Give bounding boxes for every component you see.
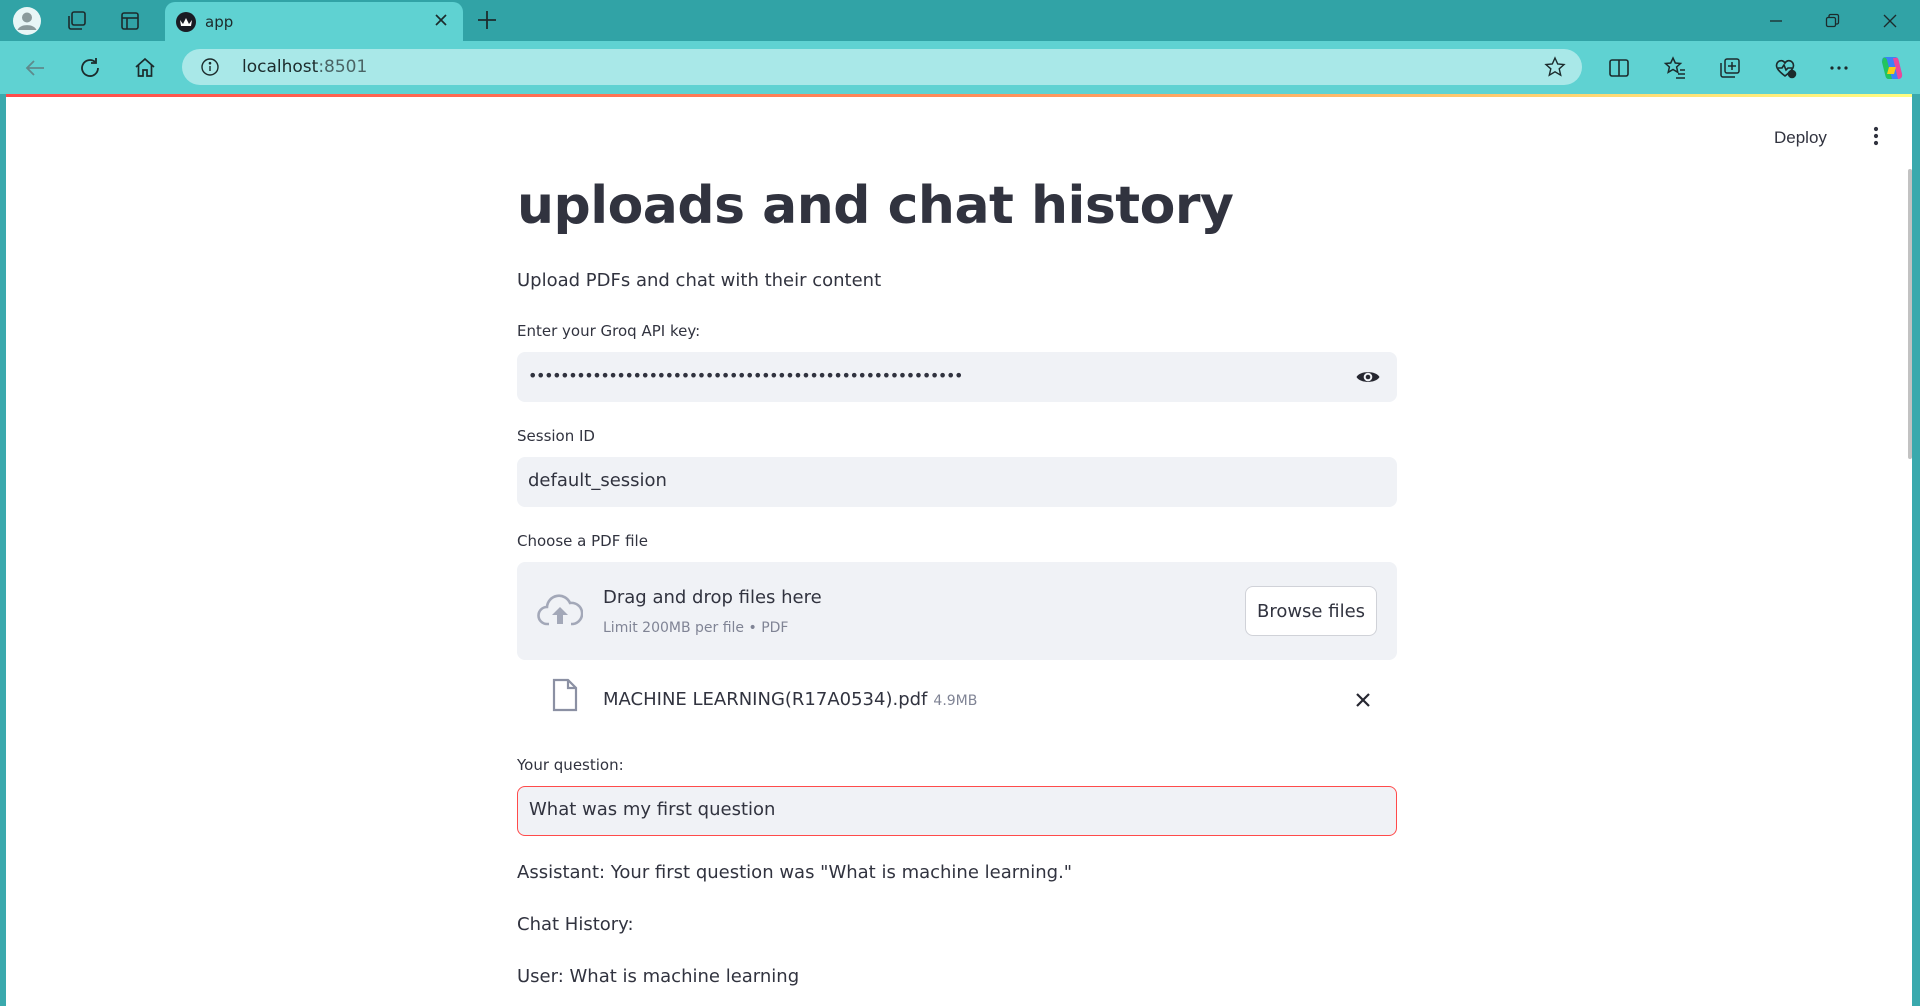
plus-icon[interactable] bbox=[475, 8, 499, 36]
workspaces-icon[interactable] bbox=[62, 6, 92, 36]
home-icon[interactable] bbox=[130, 53, 160, 83]
deploy-button[interactable]: Deploy bbox=[1774, 128, 1827, 148]
url-port: :8501 bbox=[318, 57, 368, 77]
chat-history-item: User: What is machine learning bbox=[517, 966, 800, 987]
remove-file-icon[interactable] bbox=[1353, 690, 1373, 714]
split-screen-icon[interactable] bbox=[1604, 53, 1634, 83]
api-key-label: Enter your Groq API key: bbox=[517, 322, 701, 340]
more-icon[interactable] bbox=[1824, 53, 1854, 83]
address-bar[interactable]: localhost:8501 bbox=[182, 49, 1582, 85]
question-label: Your question: bbox=[517, 756, 624, 774]
health-icon[interactable] bbox=[1770, 53, 1800, 83]
file-uploader-label: Choose a PDF file bbox=[517, 532, 648, 550]
file-dropzone[interactable]: Drag and drop files here Limit 200MB per… bbox=[517, 562, 1397, 660]
api-key-field[interactable]: ••••••••••••••••••••••••••••••••••••••••… bbox=[517, 352, 1397, 402]
favorites-icon[interactable] bbox=[1660, 53, 1690, 83]
url-host: localhost bbox=[242, 57, 319, 77]
question-input[interactable]: What was my first question bbox=[517, 786, 1397, 836]
tab-title: app bbox=[205, 13, 234, 31]
question-value: What was my first question bbox=[529, 799, 776, 820]
collections-icon[interactable] bbox=[1715, 53, 1745, 83]
info-icon[interactable] bbox=[200, 57, 220, 81]
browser-tab-bar: app bbox=[0, 0, 1920, 43]
uploaded-file-size: 4.9MB bbox=[933, 693, 978, 709]
copilot-icon[interactable] bbox=[1877, 53, 1907, 83]
session-id-field[interactable]: default_session bbox=[517, 457, 1397, 507]
uploaded-file-row: MACHINE LEARNING(R17A0534).pdf 4.9MB bbox=[517, 676, 1397, 726]
browse-files-button[interactable]: Browse files bbox=[1245, 586, 1377, 636]
browser-nav-bar: localhost:8501 bbox=[0, 41, 1920, 94]
header-accent-bar bbox=[6, 94, 1912, 97]
kebab-icon[interactable] bbox=[1864, 124, 1888, 152]
close-window-icon[interactable] bbox=[1870, 8, 1910, 34]
scrollbar-thumb[interactable] bbox=[1908, 169, 1912, 459]
cloud-upload-icon bbox=[537, 592, 584, 632]
chat-history-heading: Chat History: bbox=[517, 914, 634, 935]
back-icon[interactable] bbox=[20, 53, 50, 83]
api-key-value: ••••••••••••••••••••••••••••••••••••••••… bbox=[528, 366, 963, 385]
minimize-icon[interactable] bbox=[1756, 8, 1796, 34]
dropzone-limit: Limit 200MB per file • PDF bbox=[603, 620, 789, 636]
tab-actions-icon[interactable] bbox=[115, 6, 145, 36]
eye-icon[interactable] bbox=[1355, 366, 1381, 392]
close-icon[interactable] bbox=[433, 12, 449, 32]
url-text: localhost:8501 bbox=[242, 57, 367, 77]
streamlit-favicon bbox=[176, 12, 196, 36]
app-page: Deploy uploads and chat history Upload P… bbox=[6, 94, 1912, 1006]
file-icon bbox=[551, 678, 579, 716]
tab-app[interactable]: app bbox=[165, 2, 463, 43]
refresh-icon[interactable] bbox=[75, 53, 105, 83]
dropzone-title: Drag and drop files here bbox=[603, 587, 822, 608]
session-id-value: default_session bbox=[528, 470, 667, 491]
uploaded-file-name: MACHINE LEARNING(R17A0534).pdf bbox=[603, 689, 928, 710]
star-icon[interactable] bbox=[1544, 56, 1566, 82]
page-subtitle: Upload PDFs and chat with their content bbox=[517, 270, 882, 291]
session-id-label: Session ID bbox=[517, 427, 595, 445]
profile-icon[interactable] bbox=[12, 6, 42, 36]
restore-icon[interactable] bbox=[1812, 8, 1852, 34]
page-title: uploads and chat history bbox=[517, 176, 1234, 236]
assistant-answer: Assistant: Your first question was "What… bbox=[517, 862, 1073, 883]
